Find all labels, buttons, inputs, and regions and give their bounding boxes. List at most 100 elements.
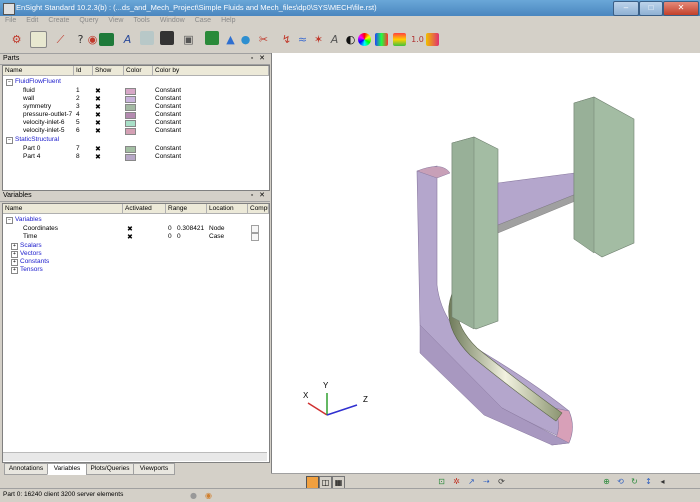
menu-query[interactable]: Query [74, 16, 103, 24]
color-swatch[interactable] [125, 96, 136, 103]
horizontal-scrollbar[interactable] [3, 452, 267, 461]
part-row[interactable]: pressure-outlet-7 4 ✖ Constant [3, 111, 269, 119]
surface-icon[interactable] [140, 31, 154, 45]
show-toggle[interactable]: ✖ [95, 95, 101, 103]
part-row[interactable]: fluid 1 ✖ Constant [3, 87, 269, 95]
col-name[interactable]: Name [3, 204, 123, 214]
translate-icon[interactable]: ⇢ [481, 476, 492, 487]
compute-checkbox[interactable] [251, 233, 259, 241]
col-range[interactable]: Range [166, 204, 207, 214]
menu-file[interactable]: File [0, 16, 21, 24]
col-name[interactable]: Name [3, 66, 74, 76]
status-icon-1[interactable]: ● [188, 490, 199, 501]
open-icon[interactable]: ⚙ [8, 31, 25, 48]
graph-icon[interactable]: ⟋ [52, 31, 69, 48]
col-color[interactable]: Color [124, 66, 153, 76]
menu-tools[interactable]: Tools [128, 16, 154, 24]
fit-view-icon[interactable]: ⊡ [436, 476, 447, 487]
cut-icon[interactable]: ↯ [278, 31, 295, 48]
part-row[interactable]: symmetry 3 ✖ Constant [3, 103, 269, 111]
redo-view-icon[interactable]: ↻ [629, 476, 640, 487]
reset-icon[interactable]: ⊕ [601, 476, 612, 487]
col-location[interactable]: Location [207, 204, 248, 214]
tree-group-row[interactable]: − FluidFlowFluent [3, 78, 269, 86]
expand-icon[interactable]: + [11, 251, 18, 258]
menu-window[interactable]: Window [155, 16, 190, 24]
part-row[interactable]: velocity-inlet-6 5 ✖ Constant [3, 119, 269, 127]
particle-trace-icon[interactable]: ✂ [255, 31, 272, 48]
tab-variables[interactable]: Variables [47, 463, 87, 475]
color-wheel-icon[interactable] [358, 33, 371, 46]
color-swatch[interactable] [125, 112, 136, 119]
show-toggle[interactable]: ✖ [95, 145, 101, 153]
part-row[interactable]: wall 2 ✖ Constant [3, 95, 269, 103]
text-annotation-icon[interactable]: A [119, 31, 136, 48]
menu-create[interactable]: Create [43, 16, 74, 24]
show-toggle[interactable]: ✖ [95, 127, 101, 135]
color-swatch[interactable] [125, 88, 136, 95]
tree-root-row[interactable]: − Variables [3, 216, 269, 224]
tab-plots-queries[interactable]: Plots/Queries [86, 463, 134, 475]
compute-checkbox[interactable] [251, 225, 259, 233]
collapse-icon[interactable]: − [6, 137, 13, 144]
frame-icon[interactable] [99, 33, 114, 46]
model-render[interactable]: X Y Z [272, 53, 700, 473]
part-row[interactable]: velocity-inlet-5 6 ✖ Constant [3, 127, 269, 135]
show-toggle[interactable]: ✖ [95, 153, 101, 161]
collapse-icon[interactable]: − [6, 217, 13, 224]
annotation-a-icon[interactable]: A [326, 31, 343, 48]
show-toggle[interactable]: ✖ [95, 111, 101, 119]
streamline-icon[interactable]: ≈ [294, 31, 311, 48]
col-compute[interactable]: Compu [248, 204, 269, 214]
col-show[interactable]: Show [93, 66, 124, 76]
eye-icon[interactable]: ◐ [342, 31, 359, 48]
col-id[interactable]: Id [74, 66, 93, 76]
graphics-viewport[interactable]: X Y Z [271, 53, 700, 473]
maximize-button[interactable]: □ [639, 1, 663, 16]
variable-row[interactable]: Time ✖ 0 0 Case [3, 233, 269, 241]
panel-controls[interactable]: ▫ ✕ [251, 54, 267, 62]
close-button[interactable]: ✕ [663, 1, 699, 16]
color-swatch[interactable] [125, 146, 136, 153]
table-icon[interactable] [30, 31, 47, 48]
menu-view[interactable]: View [103, 16, 128, 24]
tree-group-row[interactable]: − StaticStructural [3, 136, 269, 144]
collapse-icon[interactable]: − [6, 79, 13, 86]
axis-icon[interactable]: ↕ [643, 476, 654, 487]
isosurface-icon[interactable]: ● [237, 31, 254, 48]
variable-row[interactable]: Coordinates ✖ 0 0.308421 Node [3, 225, 269, 233]
color-swatch[interactable] [125, 104, 136, 111]
show-toggle[interactable]: ✖ [95, 119, 101, 127]
activated-mark[interactable]: ✖ [127, 233, 133, 241]
camera-icon[interactable]: ▣ [180, 31, 197, 48]
vortex-icon[interactable]: ✶ [310, 31, 327, 48]
palette-icon[interactable] [393, 33, 406, 46]
col-colorby[interactable]: Color by [153, 66, 269, 76]
clip-icon[interactable] [160, 31, 174, 45]
show-toggle[interactable]: ✖ [95, 103, 101, 111]
part-row[interactable]: Part 0 7 ✖ Constant [3, 145, 269, 153]
color-swatch[interactable] [125, 128, 136, 135]
range-icon[interactable]: 1.0 [409, 31, 426, 48]
part-row[interactable]: Part 4 8 ✖ Constant [3, 153, 269, 161]
zoom-icon[interactable]: ↗ [466, 476, 477, 487]
expand-icon[interactable]: + [11, 259, 18, 266]
scale-icon[interactable] [426, 33, 439, 46]
panel-controls[interactable]: ▫ ✕ [251, 191, 267, 199]
undo-view-icon[interactable]: ⟲ [615, 476, 626, 487]
menu-case[interactable]: Case [190, 16, 216, 24]
tab-viewports[interactable]: Viewports [133, 463, 175, 475]
pick-icon[interactable]: ✲ [451, 476, 462, 487]
legend-icon[interactable] [375, 33, 388, 46]
more-view-icon[interactable]: ◂ [657, 476, 668, 487]
tab-annotations[interactable]: Annotations [4, 463, 48, 475]
expand-icon[interactable]: + [11, 243, 18, 250]
case-icon[interactable] [205, 31, 219, 45]
menu-help[interactable]: Help [216, 16, 240, 24]
rotate-icon[interactable]: ⟳ [496, 476, 507, 487]
expand-icon[interactable]: + [11, 267, 18, 274]
col-activated[interactable]: Activated [123, 204, 166, 214]
status-icon-2[interactable]: ◉ [203, 490, 214, 501]
menu-edit[interactable]: Edit [21, 16, 43, 24]
minimize-button[interactable]: – [613, 1, 639, 16]
